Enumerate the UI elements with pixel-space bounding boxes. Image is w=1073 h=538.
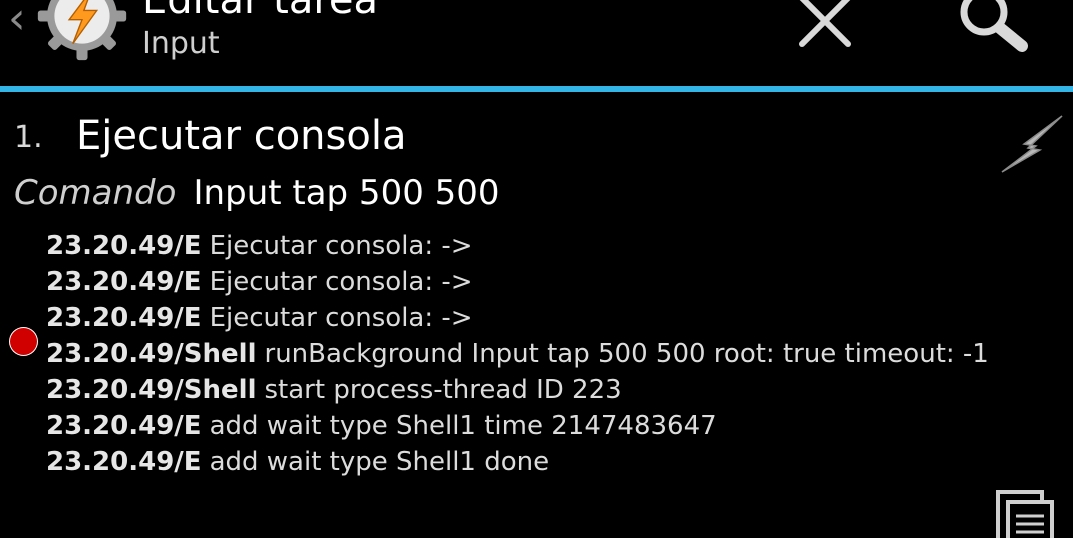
- log-line: 23.20.49/E add wait type Shell1 time 2147…: [46, 408, 1066, 444]
- log-prefix: 23.20.49/E: [46, 447, 202, 477]
- log-text: add wait type Shell1 done: [209, 447, 550, 477]
- breakpoint-dot[interactable]: [10, 328, 37, 355]
- search-icon[interactable]: [950, 0, 1034, 60]
- lightning-icon[interactable]: [996, 112, 1066, 178]
- param-label: Comando: [14, 173, 177, 213]
- log-prefix: 23.20.49/E: [46, 231, 202, 261]
- chevron-left-icon[interactable]: ‹: [8, 0, 26, 44]
- log-text: start process-thread ID 223: [264, 375, 622, 405]
- log-prefix: 23.20.49/E: [46, 267, 202, 297]
- log-line: 23.20.49/E Ejecutar consola: ->: [46, 300, 1066, 336]
- page-subtitle: Input: [142, 26, 220, 61]
- command-param[interactable]: Comando Input tap 500 500: [14, 170, 500, 216]
- log-prefix: 23.20.49/Shell: [46, 339, 257, 369]
- log-text: add wait type Shell1 time 2147483647: [209, 411, 717, 441]
- tasker-gear-lightning-icon[interactable]: [36, 0, 128, 62]
- accent-divider: [0, 86, 1073, 92]
- log-text: runBackground Input tap 500 500 root: tr…: [264, 339, 989, 369]
- close-icon[interactable]: [790, 0, 860, 56]
- action-bar: ‹ Editar tarea Input: [0, 0, 1073, 86]
- log-text: Ejecutar consola: ->: [209, 231, 473, 261]
- log-line: 23.20.49/E Ejecutar consola: ->: [46, 228, 1066, 264]
- action-name[interactable]: Ejecutar consola: [76, 112, 406, 160]
- log-prefix: 23.20.49/E: [46, 411, 202, 441]
- task-edit-screen: ‹ Editar tarea Input 1. Ejecutar consola: [0, 0, 1073, 538]
- log-line: 23.20.49/E add wait type Shell1 done: [46, 444, 1066, 480]
- log-text: Ejecutar consola: ->: [209, 267, 473, 297]
- run-log: 23.20.49/E Ejecutar consola: -> 23.20.49/…: [46, 228, 1066, 480]
- log-prefix: 23.20.49/E: [46, 303, 202, 333]
- log-line: 23.20.49/E Ejecutar consola: ->: [46, 264, 1066, 300]
- document-icon[interactable]: [994, 488, 1060, 538]
- log-line: 23.20.49/Shell start process-thread ID 22…: [46, 372, 1066, 408]
- log-prefix: 23.20.49/Shell: [46, 375, 257, 405]
- log-line: 23.20.49/Shell runBackground Input tap 50…: [46, 336, 1066, 372]
- param-value: Input tap 500 500: [193, 173, 500, 213]
- log-text: Ejecutar consola: ->: [209, 303, 473, 333]
- action-number: 1.: [14, 120, 43, 155]
- page-title: Editar tarea: [142, 0, 379, 23]
